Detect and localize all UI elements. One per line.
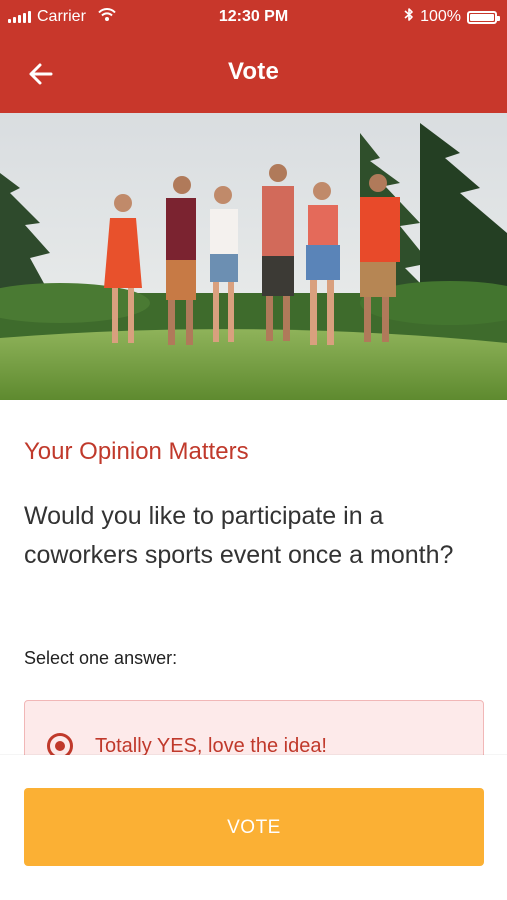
nav-bar: Vote [0, 34, 507, 113]
footer: VOTE [0, 755, 507, 900]
battery-icon [467, 10, 500, 24]
section-title: Your Opinion Matters [24, 438, 249, 465]
battery-percent: 100% [420, 8, 461, 25]
status-bar: Carrier 12:30 PM 100% [0, 0, 507, 34]
top-bar: Carrier 12:30 PM 100% Vote [0, 0, 507, 113]
select-hint: Select one answer: [24, 648, 178, 668]
page-title: Vote [227, 58, 280, 85]
bluetooth-icon [404, 7, 414, 27]
hero-image [0, 113, 507, 400]
vote-button[interactable]: VOTE [24, 788, 484, 866]
poll-question: Would you like to participate in a cowor… [24, 502, 454, 569]
answer-option[interactable]: Totally YES, love the idea! [24, 700, 484, 760]
status-right: 100% [404, 7, 500, 27]
